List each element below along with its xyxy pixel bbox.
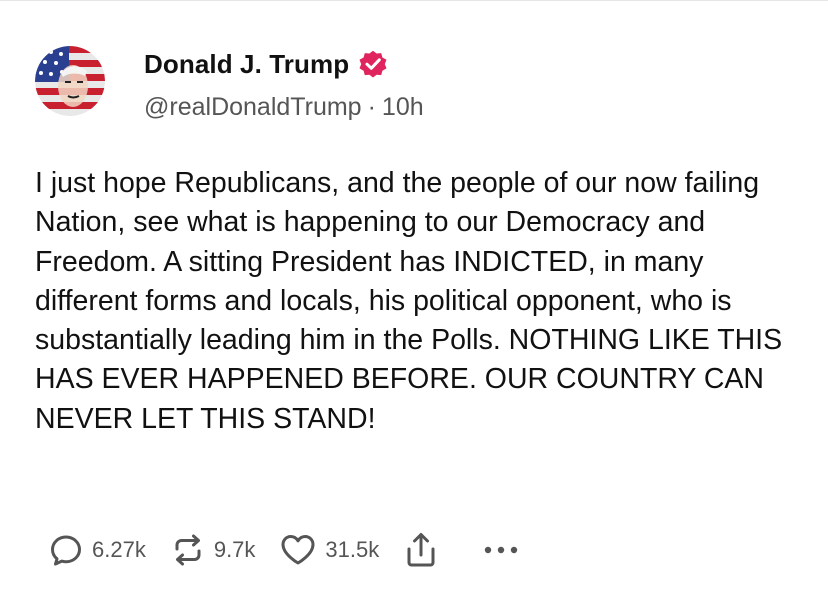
author-name[interactable]: Donald J. Trump	[144, 49, 349, 80]
repost-icon	[175, 534, 201, 566]
more-icon	[485, 546, 518, 554]
reply-icon	[51, 535, 81, 566]
like-count: 31.5k	[325, 537, 380, 562]
reply-button[interactable]: 6.27k	[48, 532, 146, 568]
post-text: I just hope Republicans, and the people …	[35, 167, 783, 435]
meta-separator: ·	[367, 93, 376, 121]
post-timestamp[interactable]: 10h	[382, 93, 424, 122]
author-avatar[interactable]	[35, 46, 105, 116]
repost-count: 9.7k	[213, 537, 256, 562]
share-button[interactable]	[403, 531, 439, 569]
verified-badge-icon	[359, 50, 387, 78]
share-icon	[407, 533, 435, 567]
reply-count: 6.27k	[92, 537, 146, 562]
more-button[interactable]	[483, 544, 519, 556]
repost-button[interactable]: 9.7k	[170, 532, 256, 568]
heart-icon	[281, 535, 315, 565]
like-button[interactable]: 31.5k	[279, 532, 379, 568]
post-card: Donald J. Trump @realDonaldTrump · 10h I…	[0, 0, 828, 608]
action-bar: 6.27k 9.7k 31.5k	[48, 528, 563, 572]
author-handle[interactable]: @realDonaldTrump	[144, 93, 362, 122]
author-row: Donald J. Trump	[144, 48, 389, 80]
handle-row: @realDonaldTrump · 10h	[144, 93, 424, 122]
